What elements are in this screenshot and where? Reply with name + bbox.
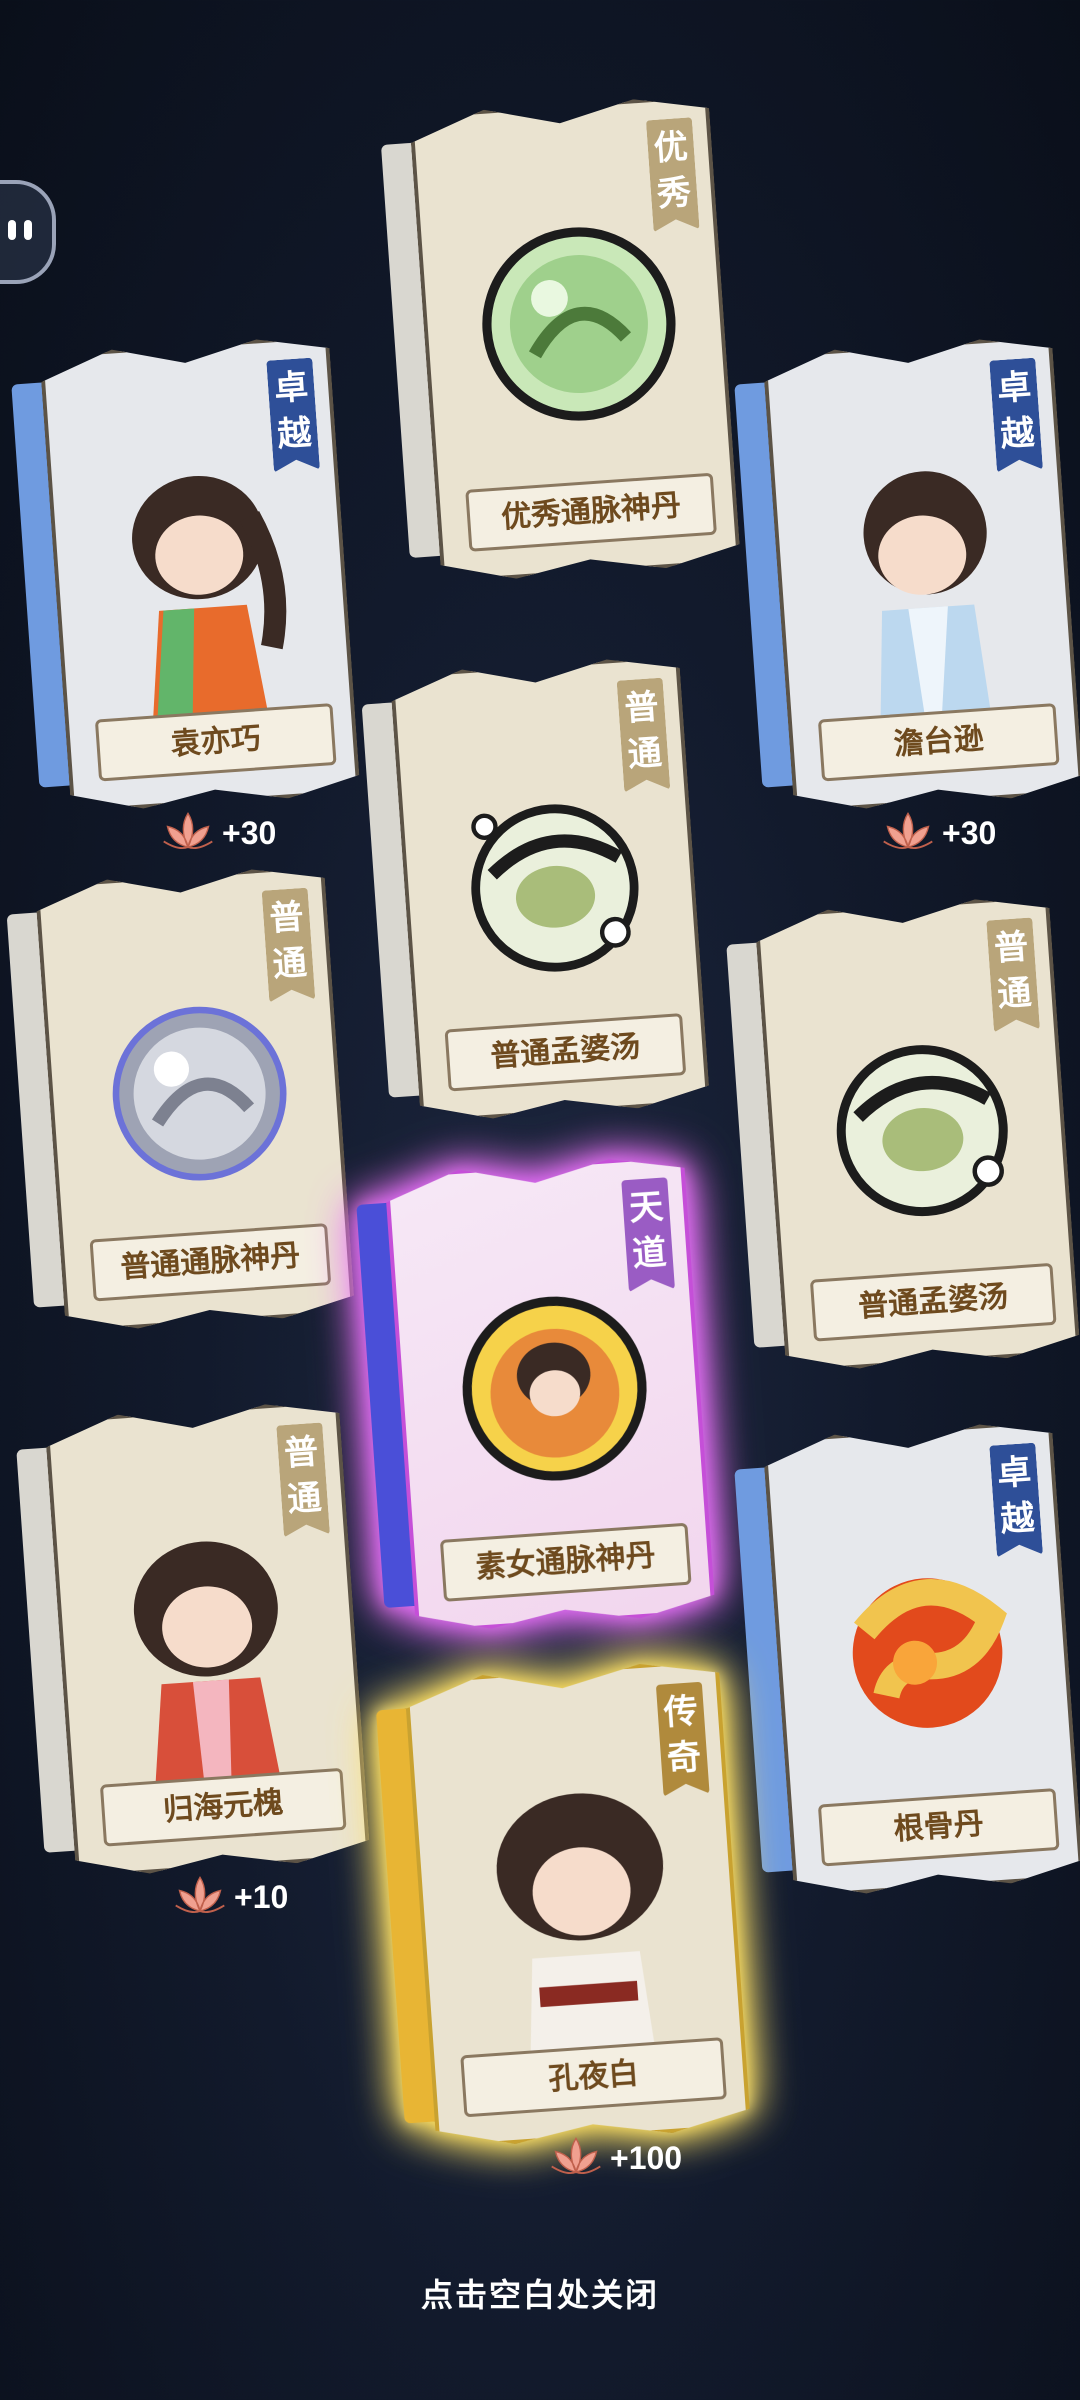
character-portrait-icon (132, 475, 287, 718)
soup-bowl-icon (471, 804, 639, 972)
lotus-icon (551, 2137, 601, 2174)
card-sunv-tongmai[interactable]: 天道 素女通脉神丹 (354, 1154, 715, 1636)
character-portrait-icon (863, 471, 991, 717)
card-kong-yebai[interactable]: 传奇 孔夜白 (374, 1659, 751, 2152)
lotus-icon (163, 812, 213, 849)
card-putong-mengpo-2[interactable]: 普通 普通孟婆汤 (724, 894, 1080, 1376)
card-guihai-yuanhuai[interactable]: 普通 归海元槐 (14, 1399, 370, 1881)
card-youxiu-tongmai[interactable]: 优秀 优秀通脉神丹 (379, 94, 741, 586)
character-portrait-icon (133, 1541, 281, 1789)
lotus-icon (175, 1876, 225, 1913)
reward-tantai-xun: +30 (880, 808, 996, 858)
soup-bowl-icon (836, 1045, 1008, 1217)
reward-guihai-yuanhuai: +10 (172, 1872, 288, 1922)
silver-pill-icon (112, 1006, 287, 1181)
close-hint[interactable]: 点击空白处关闭 (0, 2270, 1080, 2316)
reward-amount: +30 (942, 814, 997, 851)
reward-yuan-yiqiao: +30 (160, 808, 276, 858)
reward-amount: +30 (222, 814, 277, 851)
golden-pill-icon (852, 1578, 1007, 1728)
card-gengu-dan[interactable]: 卓越 根骨丹 (732, 1419, 1080, 1900)
card-yuan-yiqiao[interactable]: 卓越 袁亦巧 (9, 334, 360, 815)
card-putong-mengpo-1[interactable]: 普通 普通孟婆汤 (360, 654, 711, 1125)
reward-amount: +100 (610, 2139, 683, 2176)
character-portrait-icon (496, 1793, 664, 2072)
side-menu-button[interactable] (0, 180, 56, 284)
card-putong-tongmai[interactable]: 普通 普通通脉神丹 (5, 864, 356, 1335)
card-tantai-xun[interactable]: 卓越 澹台逊 (732, 334, 1080, 815)
reward-kong-yebai: +100 (548, 2133, 682, 2183)
lotus-icon (883, 812, 933, 849)
reward-amount: +10 (234, 1878, 289, 1915)
green-pill-icon (482, 227, 676, 421)
golden-orb-character-icon (462, 1296, 647, 1481)
